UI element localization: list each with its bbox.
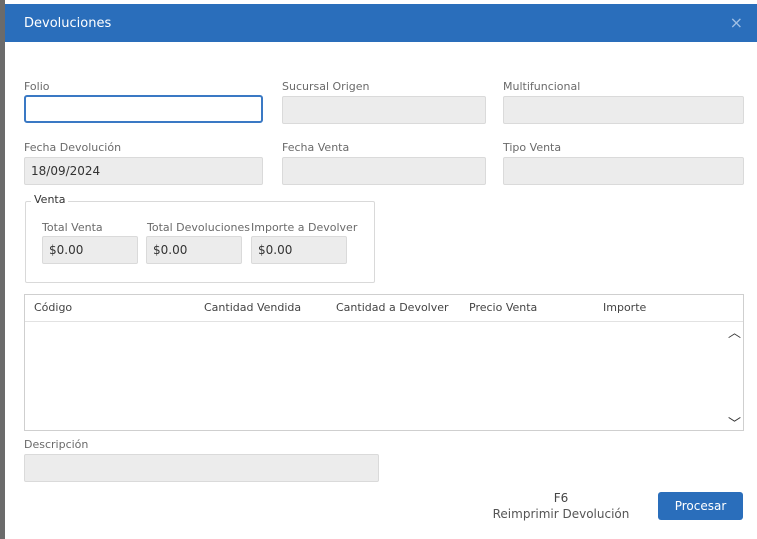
window-edge bbox=[0, 0, 5, 539]
sucursal-origen-label: Sucursal Origen bbox=[282, 80, 370, 93]
descripcion-field bbox=[24, 454, 379, 482]
folio-label: Folio bbox=[24, 80, 50, 93]
total-devoluciones-label: Total Devoluciones bbox=[147, 221, 250, 234]
fecha-devolucion-label: Fecha Devolución bbox=[24, 141, 122, 154]
reprint-shortcut-key: F6 bbox=[553, 491, 569, 505]
multifuncional-label: Multifuncional bbox=[503, 80, 581, 93]
tipo-venta-label: Tipo Venta bbox=[503, 141, 562, 154]
reprint-devolucion-button[interactable]: Reimprimir Devolución bbox=[486, 507, 636, 521]
procesar-button[interactable]: Procesar bbox=[658, 492, 743, 520]
multifuncional-field bbox=[503, 96, 744, 124]
tipo-venta-field bbox=[503, 157, 744, 185]
column-header-precio-venta: Precio Venta bbox=[469, 301, 538, 314]
close-icon[interactable]: × bbox=[730, 13, 743, 32]
column-header-codigo: Código bbox=[34, 301, 73, 314]
total-venta-label: Total Venta bbox=[42, 221, 103, 234]
total-venta-field: $0.00 bbox=[42, 236, 138, 264]
fecha-venta-field bbox=[282, 157, 486, 185]
grid-header-divider bbox=[25, 321, 743, 322]
scroll-up-icon[interactable]: ︿ bbox=[728, 322, 741, 341]
fecha-devolucion-field: 18/09/2024 bbox=[24, 157, 263, 185]
dialog-title: Devoluciones bbox=[24, 16, 112, 31]
scroll-down-icon[interactable]: ﹀ bbox=[728, 413, 741, 432]
dialog-title-bar: Devoluciones × bbox=[5, 4, 757, 42]
folio-input[interactable] bbox=[24, 95, 263, 123]
importe-devolver-field: $0.00 bbox=[251, 236, 347, 264]
column-header-importe: Importe bbox=[603, 301, 647, 314]
column-header-cantidad-vendida: Cantidad Vendida bbox=[204, 301, 302, 314]
venta-group-title: Venta bbox=[31, 193, 69, 206]
devolucion-grid[interactable] bbox=[24, 294, 744, 431]
descripcion-label: Descripción bbox=[24, 438, 89, 451]
importe-devolver-label: Importe a Devolver bbox=[251, 221, 358, 234]
column-header-cantidad-devolver: Cantidad a Devolver bbox=[336, 301, 449, 314]
total-devoluciones-field: $0.00 bbox=[146, 236, 242, 264]
fecha-venta-label: Fecha Venta bbox=[282, 141, 350, 154]
sucursal-origen-field bbox=[282, 96, 486, 124]
